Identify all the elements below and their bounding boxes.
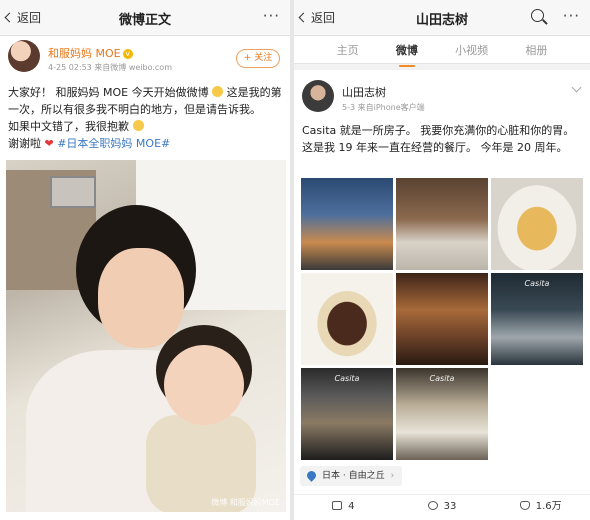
author-name-text: 和服妈妈 MOE: [48, 47, 121, 60]
location-tag[interactable]: 日本 · 自由之丘 ›: [300, 466, 403, 486]
comment-count: 33: [443, 501, 457, 512]
repost-icon: [332, 501, 343, 510]
post-text: 大家好！ 和服妈妈 MOE 今天开始做微博 这是我的第 一次，所以有很多我不明白…: [8, 84, 282, 152]
like-count: 1.6万: [535, 501, 562, 512]
top-nav-bar: 返回 微博正文 ···: [0, 0, 290, 36]
top-nav-bar: 返回 山田志树 ···: [294, 0, 590, 36]
post-card: 山田志树 5-3 来自iPhone客户端 Casita 就是一所房子。 我要你充…: [294, 70, 590, 520]
page-title: 山田志树: [415, 13, 468, 28]
photo-thumb[interactable]: [301, 273, 393, 365]
search-icon[interactable]: [531, 9, 544, 22]
photo-thumb[interactable]: Casita: [491, 273, 583, 365]
tab-weibo[interactable]: 微博: [396, 36, 418, 67]
avatar[interactable]: [8, 40, 40, 72]
post-text-line3: 如果中文错了，我很抱歉: [8, 120, 129, 133]
photo-thumb[interactable]: Casita: [301, 368, 393, 460]
photo-label: Casita: [334, 374, 360, 383]
left-screen: 返回 微博正文 ··· 和服妈妈 MOE v 4-25 02:53 来自微博 we…: [0, 0, 290, 520]
follow-button[interactable]: + 关注: [236, 49, 280, 68]
post-photo[interactable]: 微博 和服妈妈MOE: [6, 160, 286, 512]
post-text: Casita 就是一所房子。 我要你充满你的心脏和你的胃。 这是我 19 年来一…: [302, 124, 575, 154]
location-pin-icon: [305, 469, 318, 482]
photo-thumb[interactable]: [491, 178, 583, 270]
photo-thumb[interactable]: [396, 178, 488, 270]
chevron-right-icon: ›: [390, 471, 395, 481]
verified-badge-icon: v: [122, 49, 133, 59]
more-options-icon[interactable]: ···: [263, 7, 280, 25]
post-actions: 4 33 1.6万: [294, 494, 590, 520]
photo-microwave: [50, 176, 96, 208]
chevron-down-icon[interactable]: [571, 82, 582, 93]
smile-emoji-icon: [132, 120, 144, 131]
post-text-line1: 大家好！ 和服妈妈 MOE 今天开始做微博: [8, 86, 209, 99]
hashtag-link[interactable]: #日本全职妈妈 MOE#: [57, 137, 170, 150]
post-text-line1b: 这是我的第: [223, 86, 282, 99]
photo-label: Casita: [524, 279, 550, 288]
repost-button[interactable]: 4: [294, 495, 393, 520]
post-text-line2: 一次，所以有很多我不明白的地方，但是请告诉我。: [8, 103, 261, 116]
tab-albums[interactable]: 相册: [525, 36, 547, 63]
page-title: 微博正文: [118, 13, 171, 28]
tab-home[interactable]: 主页: [337, 36, 359, 63]
photo-baby-face: [164, 345, 244, 425]
grin-emoji-icon: [212, 86, 224, 97]
post-meta: 4-25 02:53 来自微博 weibo.com: [48, 63, 172, 72]
photo-thumb[interactable]: Casita: [396, 368, 488, 460]
more-options-icon[interactable]: ···: [563, 7, 580, 25]
post-text-line4: 谢谢啦: [8, 137, 41, 150]
tab-videos[interactable]: 小视频: [455, 36, 488, 63]
heart-emoji-icon: ❤: [44, 137, 54, 150]
photo-mother-face: [98, 248, 184, 348]
photo-label: Casita: [429, 374, 455, 383]
post-meta: 5-3 来自iPhone客户端: [342, 103, 425, 112]
photo-thumb[interactable]: [301, 178, 393, 270]
location-label: 日本 · 自由之丘: [322, 471, 385, 481]
photo-watermark: 微博 和服妈妈MOE: [211, 498, 280, 507]
post-header: 和服妈妈 MOE v 4-25 02:53 来自微博 weibo.com + 关注: [8, 40, 282, 80]
profile-tabs: 主页 微博 小视频 相册: [294, 36, 590, 67]
author-name[interactable]: 和服妈妈 MOE v: [48, 45, 133, 61]
like-icon: [519, 501, 530, 510]
repost-count: 4: [348, 501, 355, 512]
comment-button[interactable]: 33: [393, 495, 492, 520]
like-button[interactable]: 1.6万: [491, 495, 590, 520]
author-name[interactable]: 山田志树: [342, 84, 386, 100]
avatar[interactable]: [302, 80, 334, 112]
comment-icon: [427, 501, 438, 510]
right-screen: 返回 山田志树 ··· 主页 微博 小视频 相册 山田志树 5-3 来自iPho…: [294, 0, 590, 520]
photo-thumb[interactable]: [396, 273, 488, 365]
